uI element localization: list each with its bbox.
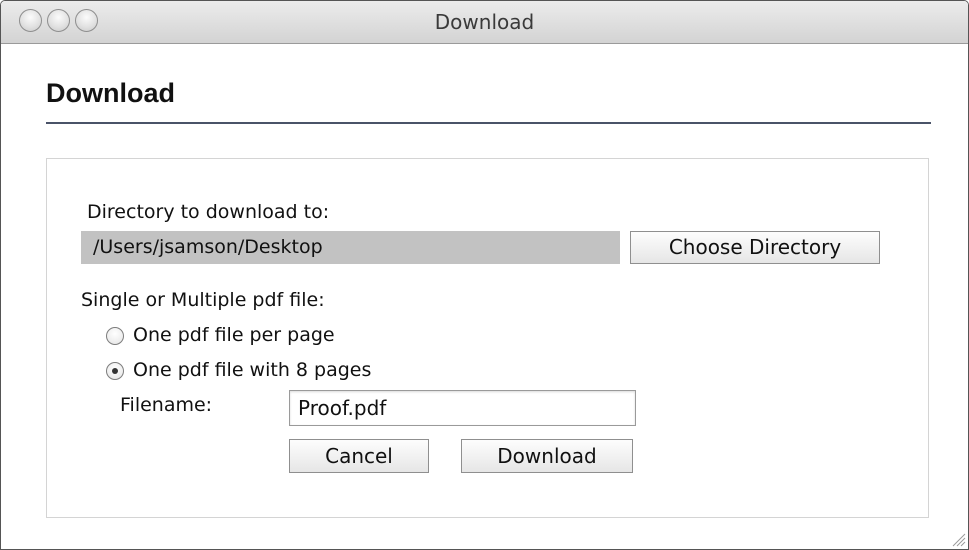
radio-button-unselected-icon[interactable]	[106, 327, 124, 345]
directory-path-field: /Users/jsamson/Desktop	[81, 231, 620, 264]
window-content: Download Directory to download to: /User…	[1, 44, 968, 549]
choose-directory-button[interactable]: Choose Directory	[630, 231, 880, 264]
filename-input[interactable]: Proof.pdf	[289, 390, 636, 426]
radio-option-label[interactable]: One pdf file per page	[133, 324, 335, 346]
radio-dot-icon	[112, 368, 118, 374]
filename-label: Filename:	[120, 394, 213, 416]
radio-button-selected-icon[interactable]	[106, 362, 124, 380]
resize-grip-icon[interactable]	[950, 531, 966, 547]
directory-label: Directory to download to:	[87, 201, 330, 223]
cancel-button[interactable]: Cancel	[289, 439, 429, 473]
page-title: Download	[46, 78, 175, 108]
download-window: Download Download Directory to download …	[0, 0, 969, 550]
heading-divider	[46, 122, 931, 124]
title-bar[interactable]: Download	[1, 1, 968, 44]
pdf-mode-label: Single or Multiple pdf file:	[81, 289, 325, 311]
radio-option-label[interactable]: One pdf file with 8 pages	[133, 359, 371, 381]
window-title: Download	[434, 10, 535, 34]
download-button[interactable]: Download	[461, 439, 633, 473]
